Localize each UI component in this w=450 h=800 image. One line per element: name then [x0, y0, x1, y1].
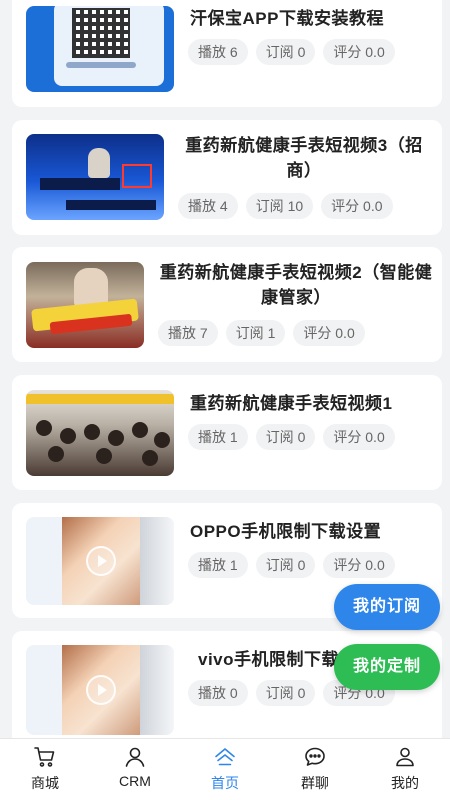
- tab-label: 群聊: [301, 775, 329, 791]
- subscribe-count: 订阅 0: [255, 680, 316, 706]
- item-stats: 播放 1 订阅 0 评分 0.0: [188, 424, 395, 450]
- video-thumbnail[interactable]: [26, 517, 174, 605]
- my-subscriptions-button[interactable]: 我的订阅: [334, 584, 440, 630]
- video-thumbnail[interactable]: [26, 6, 174, 92]
- subscribe-count: 订阅 0: [255, 39, 316, 65]
- rating: 评分 0.0: [321, 193, 393, 219]
- play-count: 播放 0: [188, 680, 248, 706]
- item-stats: 播放 1 订阅 0 评分 0.0: [188, 552, 395, 578]
- list-item[interactable]: 重药新航健康手表短视频1 播放 1 订阅 0 评分 0.0: [12, 375, 442, 490]
- rating: 评分 0.0: [293, 320, 365, 346]
- play-count: 播放 4: [178, 193, 238, 219]
- tab-label: 首页: [211, 775, 239, 791]
- cart-icon: [34, 747, 55, 767]
- subscribe-count: 订阅 0: [255, 552, 316, 578]
- play-icon[interactable]: [86, 675, 116, 705]
- rating: 评分 0.0: [323, 424, 395, 450]
- home-icon: [215, 748, 235, 766]
- user-icon: [125, 747, 145, 767]
- list-item[interactable]: 重药新航健康手表短视频2（智能健康管家） 播放 7 订阅 1 评分 0.0: [12, 247, 442, 362]
- play-count: 播放 1: [188, 424, 248, 450]
- subscribe-count: 订阅 1: [225, 320, 286, 346]
- tab-home[interactable]: 首页: [180, 739, 270, 800]
- item-title[interactable]: 重药新航健康手表短视频3（招商）: [180, 133, 428, 183]
- play-count: 播放 1: [188, 552, 248, 578]
- subscribe-count: 订阅 10: [245, 193, 314, 219]
- tab-label: 我的: [391, 775, 419, 791]
- tab-mall[interactable]: 商城: [0, 739, 90, 800]
- video-thumbnail[interactable]: [26, 390, 174, 476]
- item-stats: 播放 7 订阅 1 评分 0.0: [158, 320, 365, 346]
- play-count: 播放 7: [158, 320, 218, 346]
- rating: 评分 0.0: [323, 39, 395, 65]
- play-count: 播放 6: [188, 39, 248, 65]
- item-stats: 播放 4 订阅 10 评分 0.0: [178, 193, 393, 219]
- item-stats: 播放 6 订阅 0 评分 0.0: [188, 39, 395, 65]
- video-thumbnail[interactable]: [26, 262, 144, 348]
- item-title[interactable]: 重药新航健康手表短视频1: [190, 391, 392, 416]
- tab-label: CRM: [119, 773, 151, 789]
- tab-group-chat[interactable]: 群聊: [270, 739, 360, 800]
- item-title[interactable]: 重药新航健康手表短视频2（智能健康管家）: [156, 260, 436, 310]
- bottom-tab-bar: 商城 CRM 首页 群聊 我的: [0, 738, 450, 800]
- item-title[interactable]: OPPO手机限制下载设置: [190, 519, 381, 544]
- play-icon[interactable]: [86, 546, 116, 576]
- video-thumbnail[interactable]: [26, 134, 164, 220]
- list-item[interactable]: 重药新航健康手表短视频3（招商） 播放 4 订阅 10 评分 0.0: [12, 120, 442, 235]
- chat-icon: [305, 747, 325, 766]
- my-customization-button[interactable]: 我的定制: [334, 644, 440, 690]
- subscribe-count: 订阅 0: [255, 424, 316, 450]
- profile-icon: [396, 747, 414, 767]
- tab-crm[interactable]: CRM: [90, 739, 180, 800]
- tab-mine[interactable]: 我的: [360, 739, 450, 800]
- rating: 评分 0.0: [323, 552, 395, 578]
- tab-label: 商城: [31, 775, 59, 791]
- list-item[interactable]: 汗保宝APP下载安装教程 播放 6 订阅 0 评分 0.0: [12, 0, 442, 107]
- video-thumbnail[interactable]: [26, 645, 174, 735]
- item-title[interactable]: 汗保宝APP下载安装教程: [190, 6, 384, 31]
